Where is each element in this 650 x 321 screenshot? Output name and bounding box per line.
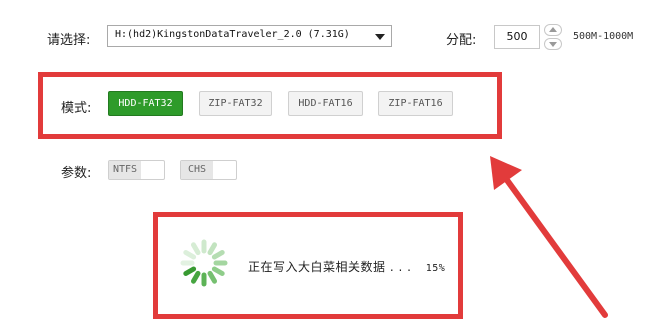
- mode-label: 模式:: [61, 101, 92, 116]
- alloc-size-value: 500: [506, 30, 528, 43]
- chevron-down-icon[interactable]: [375, 34, 385, 40]
- mode-zip-fat16-button[interactable]: ZIP-FAT16: [378, 91, 453, 116]
- annotation-arrow: [490, 156, 608, 318]
- device-select-value: H:(hd2)KingstonDataTraveler_2.0 (7.31G): [115, 29, 350, 40]
- arrow-up-icon: [549, 27, 557, 32]
- alloc-increase-button[interactable]: [544, 24, 562, 36]
- mode-zip-fat32-button[interactable]: ZIP-FAT32: [199, 91, 272, 116]
- arrow-shaft: [501, 173, 608, 318]
- mode-hdd-fat32-button[interactable]: HDD-FAT32: [108, 91, 183, 116]
- mode-hdd-fat16-button[interactable]: HDD-FAT16: [288, 91, 363, 116]
- ntfs-toggle[interactable]: NTFS: [108, 160, 165, 180]
- ntfs-toggle-label: NTFS: [109, 161, 141, 179]
- arrow-head: [490, 156, 522, 190]
- progress-status-text: 正在写入大白菜相关数据 . . .: [248, 260, 412, 274]
- alloc-decrease-button[interactable]: [544, 38, 562, 50]
- alloc-size-input[interactable]: 500: [494, 25, 540, 49]
- alloc-range-hint: 500M-1000M: [573, 31, 634, 42]
- progress-status: 正在写入大白菜相关数据 . . . 15%: [248, 258, 445, 275]
- device-select[interactable]: H:(hd2)KingstonDataTraveler_2.0 (7.31G): [107, 25, 392, 47]
- alloc-label: 分配:: [446, 33, 477, 48]
- chs-toggle[interactable]: CHS: [180, 160, 237, 180]
- params-label: 参数:: [61, 166, 92, 181]
- progress-percent: 15%: [425, 263, 446, 274]
- select-label: 请选择:: [47, 33, 91, 48]
- loading-spinner-icon: [180, 239, 228, 287]
- chs-toggle-label: CHS: [181, 161, 213, 179]
- arrow-down-icon: [549, 42, 557, 47]
